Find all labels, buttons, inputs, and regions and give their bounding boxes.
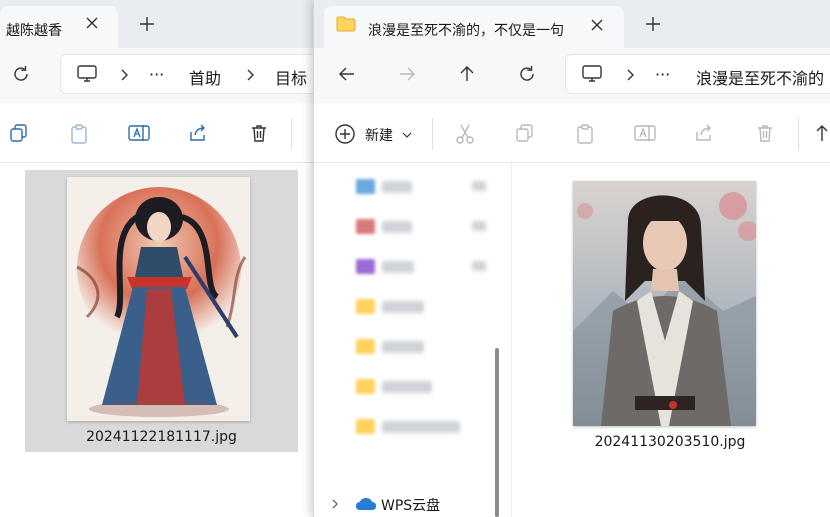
folder-icon: [356, 299, 375, 314]
nav-item-obscured: [472, 221, 486, 231]
nav-item-obscured[interactable]: [382, 301, 424, 313]
tab-active[interactable]: 越陈越香: [0, 6, 118, 48]
navigation-pane: WPS云盘: [314, 163, 511, 517]
close-icon[interactable]: [84, 15, 100, 31]
tab-strip: 浪漫是至死不渝的，不仅是一句: [314, 0, 830, 48]
close-icon[interactable]: [589, 17, 605, 33]
file-name: 20241122181117.jpg: [86, 429, 237, 445]
folder-icon: [336, 16, 356, 32]
drive-icon: [356, 179, 375, 194]
breadcrumb-item[interactable]: 目标: [275, 65, 307, 89]
image-thumbnail: [67, 177, 250, 421]
monitor-icon: [76, 64, 98, 84]
arrow-left-icon[interactable]: [337, 64, 357, 84]
navigation-bar: ··· 浪漫是至死不渝的: [314, 48, 830, 103]
folder-icon: [356, 419, 375, 434]
new-button[interactable]: 新建: [330, 119, 418, 149]
file-name: 20241130203510.jpg: [594, 434, 746, 450]
share-icon[interactable]: [694, 123, 714, 143]
nav-item-obscured[interactable]: [382, 221, 412, 233]
folder-icon: [356, 339, 375, 354]
file-tile-selected[interactable]: 20241122181117.jpg: [25, 170, 298, 452]
image-thumbnail: [573, 181, 756, 426]
breadcrumb-ellipsis[interactable]: ···: [149, 65, 164, 84]
file-tile[interactable]: 20241130203510.jpg: [563, 174, 777, 464]
chevron-right-icon: [245, 68, 255, 82]
nav-item-obscured[interactable]: [382, 261, 414, 273]
sort-icon[interactable]: [816, 123, 830, 143]
rename-icon[interactable]: [634, 123, 656, 143]
delete-icon[interactable]: [755, 123, 775, 143]
nav-item-obscured[interactable]: [382, 341, 424, 353]
tab-title: 越陈越香: [6, 23, 62, 39]
rename-icon[interactable]: [128, 123, 150, 143]
toolbar-divider: [291, 118, 292, 150]
scrollbar-thumb[interactable]: [495, 348, 499, 517]
chevron-right-icon: [625, 68, 635, 82]
drive-icon: [356, 259, 375, 274]
address-bar[interactable]: ··· 浪漫是至死不渝的: [565, 54, 830, 94]
toolbar-divider: [432, 118, 433, 150]
paste-icon[interactable]: [69, 123, 89, 145]
cloud-icon: [355, 496, 377, 512]
nav-item-obscured: [472, 261, 486, 271]
plus-icon[interactable]: [138, 15, 156, 33]
nav-item-obscured[interactable]: [382, 381, 432, 393]
pane-divider: [511, 163, 512, 517]
tab-title: 浪漫是至死不渝的，不仅是一句: [368, 23, 564, 39]
new-button-label: 新建: [365, 128, 393, 144]
breadcrumb-item[interactable]: 首助: [189, 65, 221, 89]
breadcrumb-item[interactable]: 浪漫是至死不渝的: [696, 65, 824, 89]
share-icon[interactable]: [188, 123, 208, 143]
copy-icon[interactable]: [9, 123, 29, 143]
navigation-bar: ··· 首助 目标: [0, 48, 313, 103]
plus-icon[interactable]: [644, 15, 662, 33]
address-bar[interactable]: ··· 首助 目标: [60, 54, 313, 94]
nav-items-blurred: [314, 163, 511, 517]
toolbar-divider: [798, 118, 799, 150]
breadcrumb-ellipsis[interactable]: ···: [655, 65, 670, 84]
folder-icon: [356, 379, 375, 394]
nav-item-obscured: [472, 181, 486, 191]
refresh-icon[interactable]: [517, 64, 537, 84]
copy-icon[interactable]: [515, 123, 535, 143]
refresh-icon[interactable]: [11, 64, 31, 84]
chevron-right-icon: [119, 68, 129, 82]
drive-icon: [356, 219, 375, 234]
nav-item-wps-cloud[interactable]: WPS云盘: [314, 491, 494, 517]
nav-item-label: WPS云盘: [381, 498, 441, 514]
monitor-icon: [581, 64, 603, 84]
delete-icon[interactable]: [249, 123, 269, 143]
right-explorer-window: 浪漫是至死不渝的，不仅是一句 ··· 浪漫是至死不渝的 新建 WPS云盘 202…: [313, 0, 830, 517]
left-explorer-window: 越陈越香 ··· 首助 目标 20241122181117.jpg: [0, 0, 313, 517]
command-bar: 新建: [314, 103, 830, 163]
tab-strip: 越陈越香: [0, 0, 313, 48]
chevron-right-icon[interactable]: [331, 498, 339, 510]
paste-icon[interactable]: [575, 123, 595, 145]
arrow-up-icon[interactable]: [457, 64, 477, 84]
cut-icon[interactable]: [455, 123, 475, 145]
tab-active[interactable]: 浪漫是至死不渝的，不仅是一句: [324, 6, 624, 48]
command-bar: [0, 103, 313, 163]
nav-item-obscured[interactable]: [382, 421, 460, 433]
nav-item-obscured[interactable]: [382, 181, 412, 193]
chevron-down-icon: [402, 131, 412, 139]
plus-circle-icon: [334, 123, 356, 145]
arrow-right-icon[interactable]: [397, 64, 417, 84]
